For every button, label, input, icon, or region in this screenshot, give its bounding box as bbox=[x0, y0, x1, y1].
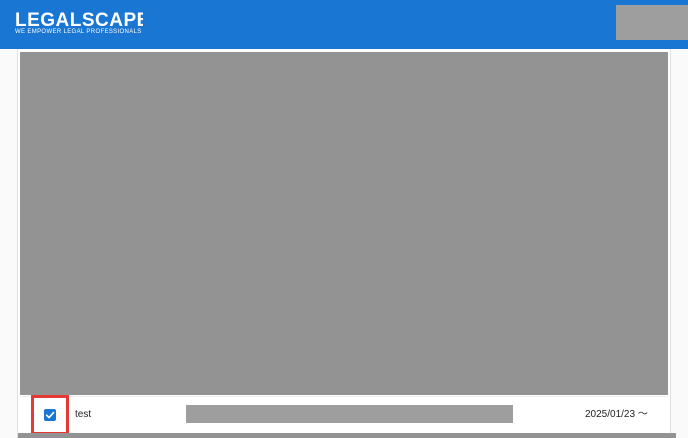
legalscape-logo: LEGALSCAPE bbox=[15, 10, 143, 30]
brand-logo[interactable]: LEGALSCAPE WE EMPOWER LEGAL PROFESSIONAL… bbox=[15, 8, 145, 38]
row-name: test bbox=[75, 409, 92, 420]
redacted-content-block bbox=[20, 52, 668, 395]
brand-name: LEGALSCAPE bbox=[15, 10, 143, 30]
redacted-header-area bbox=[616, 5, 688, 40]
redacted-row-field bbox=[186, 405, 513, 423]
brand-tagline: WE EMPOWER LEGAL PROFESSIONALS bbox=[15, 29, 142, 35]
app-header: LEGALSCAPE WE EMPOWER LEGAL PROFESSIONAL… bbox=[0, 0, 688, 49]
row-date: 2025/01/23 〜 bbox=[585, 409, 648, 420]
redacted-bottom-strip bbox=[18, 433, 676, 438]
highlight-box bbox=[31, 395, 69, 435]
table-row[interactable]: test 2025/01/23 〜 bbox=[20, 396, 668, 433]
